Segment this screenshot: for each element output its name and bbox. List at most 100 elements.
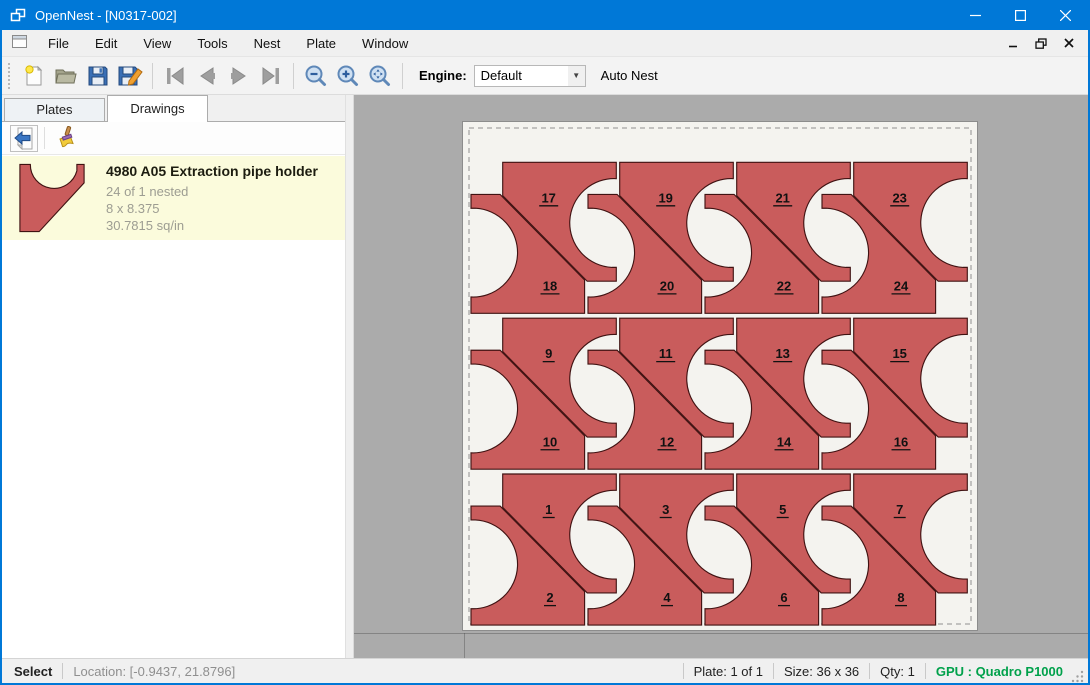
chevron-down-icon[interactable]: ▼ (568, 66, 585, 86)
last-icon (259, 65, 283, 87)
maximize-button[interactable] (998, 0, 1043, 30)
status-separator (773, 663, 774, 679)
part-number: 6 (780, 590, 787, 605)
new-file-icon (22, 64, 46, 88)
menu-edit[interactable]: Edit (82, 31, 130, 56)
panel-toolbar-separator (44, 127, 45, 149)
menu-plate[interactable]: Plate (293, 31, 349, 56)
main-toolbar: Engine: Default ▼ Auto Nest (2, 57, 1088, 95)
mdi-close-button[interactable] (1058, 33, 1080, 53)
minimize-button[interactable] (953, 0, 998, 30)
part-number: 7 (896, 502, 903, 517)
part-number: 9 (545, 346, 552, 361)
close-button[interactable] (1043, 0, 1088, 30)
menu-nest[interactable]: Nest (241, 31, 294, 56)
drawing-area: 30.7815 sq/in (106, 217, 318, 234)
broom-icon (54, 126, 76, 150)
status-separator (62, 663, 63, 679)
part-number: 11 (659, 346, 673, 361)
part-number: 15 (892, 346, 906, 361)
part-number: 5 (779, 502, 786, 517)
open-file-button[interactable] (50, 60, 82, 92)
previous-plate-button[interactable] (191, 60, 223, 92)
previous-icon (195, 65, 219, 87)
menu-window[interactable]: Window (349, 31, 421, 56)
save-button[interactable] (82, 60, 114, 92)
drawing-list-item[interactable]: 4980 A05 Extraction pipe holder 24 of 1 … (2, 156, 345, 240)
part-number: 3 (662, 502, 669, 517)
zoom-fit-button[interactable] (364, 60, 396, 92)
last-plate-button[interactable] (255, 60, 287, 92)
drawing-title: 4980 A05 Extraction pipe holder (106, 163, 318, 179)
part-number: 10 (543, 434, 557, 449)
status-plate: Plate: 1 of 1 (694, 664, 763, 679)
menu-file[interactable]: File (35, 31, 82, 56)
menu-tools[interactable]: Tools (184, 31, 240, 56)
magnifier-plus-icon (336, 64, 360, 88)
next-plate-button[interactable] (223, 60, 255, 92)
part-number: 20 (660, 278, 674, 293)
engine-select[interactable]: Default ▼ (474, 65, 586, 87)
part-number: 12 (660, 434, 674, 449)
import-arrow-icon (13, 127, 35, 150)
status-separator (925, 663, 926, 679)
part-number: 19 (658, 190, 672, 205)
resize-grip[interactable] (1071, 667, 1085, 683)
drawings-toolbar (2, 122, 345, 155)
zoom-in-button[interactable] (332, 60, 364, 92)
part-number: 13 (775, 346, 789, 361)
open-folder-icon (53, 64, 79, 88)
part-number: 17 (541, 190, 555, 205)
status-bar: Select Location: [-0.9437, 21.8796] Plat… (2, 658, 1088, 683)
plate[interactable]: 171819202122232491011121314151612345678 (462, 121, 978, 631)
toolbar-separator (402, 63, 403, 89)
part-number: 16 (894, 434, 908, 449)
tab-strip: Plates Drawings (2, 95, 345, 122)
part-number: 18 (543, 278, 557, 293)
toolbar-separator (293, 63, 294, 89)
part-number: 8 (897, 590, 904, 605)
part-number: 22 (777, 278, 791, 293)
drawing-nested-count: 24 of 1 nested (106, 183, 318, 200)
document-window-icon[interactable] (12, 35, 27, 51)
left-panel: Plates Drawings (2, 95, 345, 658)
part-number: 24 (894, 278, 909, 293)
mdi-restore-button[interactable] (1030, 33, 1052, 53)
toolbar-separator (152, 63, 153, 89)
nesting-canvas[interactable]: 171819202122232491011121314151612345678 (354, 95, 1088, 658)
menu-bar: File Edit View Tools Nest Plate Window (2, 30, 1088, 57)
status-separator (869, 663, 870, 679)
next-icon (227, 65, 251, 87)
first-icon (163, 65, 187, 87)
magnifier-fit-icon (368, 64, 392, 88)
part-number: 1 (545, 502, 552, 517)
toolbar-grip[interactable] (8, 63, 12, 89)
zoom-out-button[interactable] (300, 60, 332, 92)
status-size: Size: 36 x 36 (784, 664, 859, 679)
import-drawing-button[interactable] (10, 125, 38, 152)
status-mode: Select (14, 664, 52, 679)
part-number: 14 (777, 434, 792, 449)
tab-drawings[interactable]: Drawings (107, 95, 208, 122)
save-as-button[interactable] (114, 60, 146, 92)
new-file-button[interactable] (18, 60, 50, 92)
auto-nest-button[interactable]: Auto Nest (593, 64, 666, 87)
panel-splitter[interactable] (345, 95, 354, 658)
drawing-size: 8 x 8.375 (106, 200, 318, 217)
status-location: Location: [-0.9437, 21.8796] (73, 664, 235, 679)
status-separator (683, 663, 684, 679)
part-number: 23 (892, 190, 906, 205)
canvas-guide-line (464, 633, 465, 658)
app-window: OpenNest - [N0317-002] File Edit View To… (0, 0, 1090, 685)
mdi-minimize-button[interactable] (1002, 33, 1024, 53)
part-number: 21 (775, 190, 789, 205)
status-qty: Qty: 1 (880, 664, 915, 679)
menu-view[interactable]: View (130, 31, 184, 56)
first-plate-button[interactable] (159, 60, 191, 92)
clean-drawings-button[interactable] (51, 125, 79, 152)
tab-plates[interactable]: Plates (4, 98, 105, 121)
engine-label: Engine: (419, 68, 467, 83)
save-icon (86, 64, 110, 88)
part-number: 2 (546, 590, 553, 605)
magnifier-minus-icon (304, 64, 328, 88)
